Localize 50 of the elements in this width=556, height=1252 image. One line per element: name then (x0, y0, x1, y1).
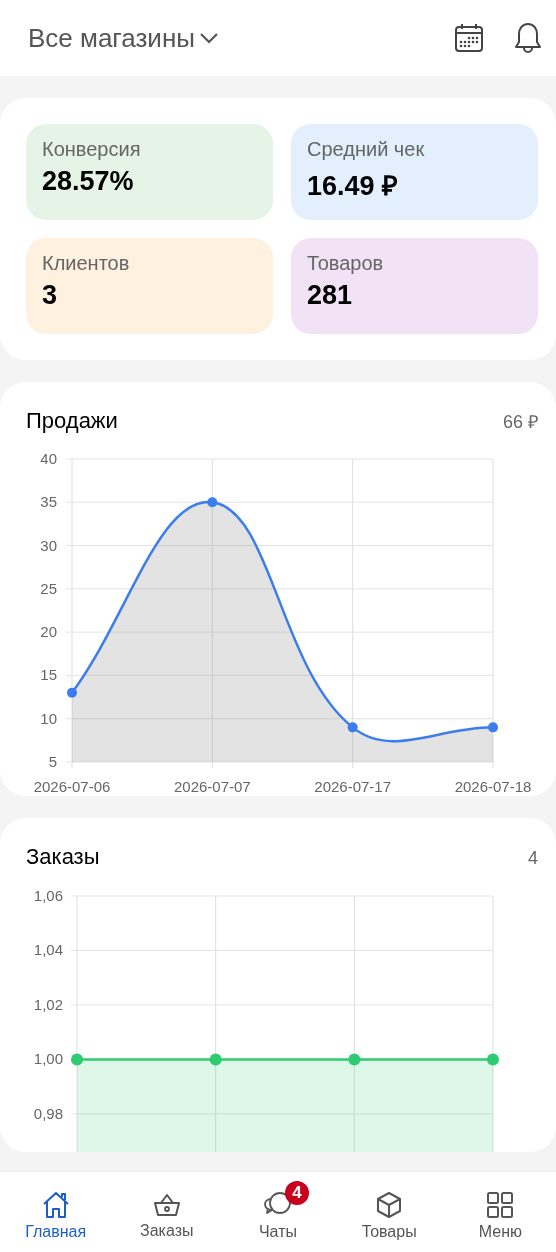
unread-badge: 4 (284, 1181, 309, 1205)
nav-tab[interactable]: Главная (5, 1179, 106, 1245)
data-point (347, 722, 358, 733)
stat-label: Средний чек (307, 138, 426, 161)
axis-label: 15 (40, 666, 57, 684)
axis-label: 2026-07-06 (33, 778, 111, 795)
data-point (71, 1053, 83, 1066)
data-point (67, 687, 77, 698)
stat-value: 3 (42, 280, 59, 311)
data-point (488, 722, 498, 733)
axis-label: 1,06 (33, 887, 63, 904)
basket-icon (152, 1192, 181, 1218)
axis-label: 10 (40, 709, 57, 727)
stat-label: Клиентов (42, 252, 131, 275)
menu-grid-icon (486, 1191, 515, 1219)
axis-label: 1,04 (33, 941, 63, 959)
cube-icon (375, 1191, 404, 1219)
stat-label: Конверсия (42, 138, 142, 161)
nav-tab[interactable]: Товары (339, 1179, 440, 1245)
axis-label: 1,02 (33, 995, 63, 1013)
store-selector[interactable]: Все магазины (28, 22, 219, 54)
nav-tab[interactable]: 4 Чаты (227, 1179, 328, 1245)
nav-tab[interactable]: Меню (450, 1179, 551, 1245)
axis-label: 0,98 (33, 1104, 63, 1122)
axis-label: 30 (40, 536, 57, 554)
axis-label: 2026-07-18 (454, 778, 532, 795)
data-point (207, 497, 218, 508)
stat-value: 16.49 ₽ (307, 170, 400, 203)
axis-label: 40 (40, 450, 57, 467)
axis-label: 2026-07-07 (173, 778, 251, 795)
card-total: 4 (528, 848, 538, 869)
axis-label: 35 (40, 493, 57, 511)
data-point (487, 1053, 499, 1066)
axis-label: 5 (48, 753, 57, 770)
axis-label: 20 (40, 623, 57, 641)
stat-label: Товаров (307, 252, 385, 275)
notifications-icon[interactable] (514, 22, 542, 54)
calendar-icon[interactable] (454, 23, 484, 53)
axis-label: 25 (40, 579, 57, 597)
axis-label: 1,00 (33, 1050, 63, 1068)
data-point (348, 1053, 361, 1066)
stat-value: 281 (307, 280, 354, 311)
data-point (209, 1053, 222, 1066)
card-title: Заказы (26, 844, 100, 870)
axis-label: 2026-07-17 (314, 778, 392, 795)
card-title: Продажи (26, 408, 118, 434)
nav-tab[interactable]: Заказы (116, 1180, 217, 1244)
card-total: 66 ₽ (502, 411, 538, 433)
chevron-icon (198, 32, 219, 44)
stat-value: 28.57% (42, 166, 135, 197)
